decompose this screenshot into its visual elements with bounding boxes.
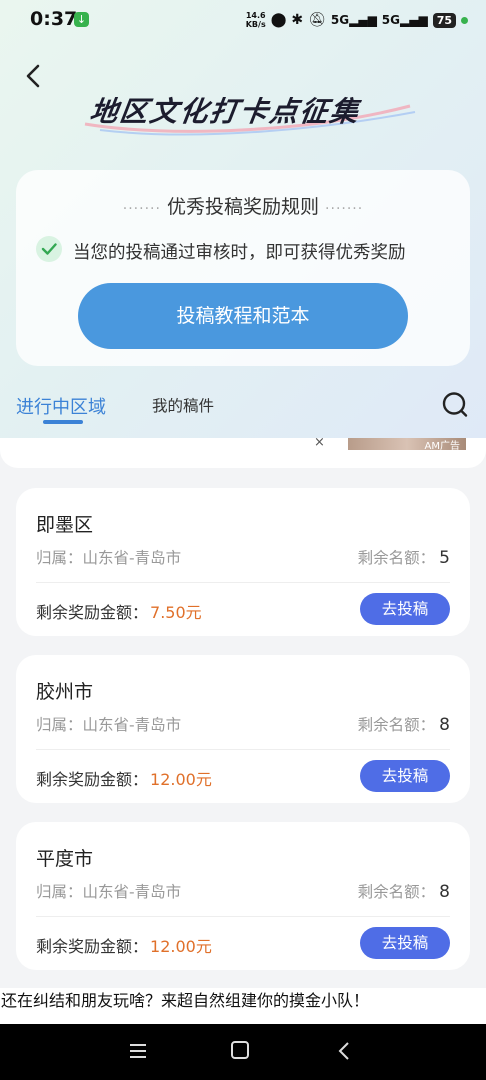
region-belong: 归属：山东省-青岛市 (36, 883, 182, 901)
rules-card: ······· 优秀投稿奖励规则 ······· 当您的投稿通过审核时，即可获得… (16, 170, 470, 366)
home-icon[interactable] (231, 1041, 249, 1059)
region-name: 平度市 (36, 848, 94, 870)
mute-icon: 🔕︎ (308, 12, 326, 28)
region-card[interactable]: 平度市 归属：山东省-青岛市 剩余名额： 8 剩余奖励金额： 12.00元 去投稿 (16, 822, 470, 970)
submit-button[interactable]: 去投稿 (360, 593, 450, 625)
search-button[interactable] (440, 390, 470, 420)
ad-banner: × AM广告 (0, 435, 486, 468)
chevron-left-icon (26, 64, 40, 88)
tutorial-button[interactable]: 投稿教程和范本 (78, 283, 408, 349)
rules-item: 当您的投稿通过审核时，即可获得优秀奖励 (73, 243, 406, 263)
divider-dots: ······· (122, 201, 161, 217)
divider (36, 916, 450, 917)
reward-remaining: 剩余奖励金额： 12.00元 (36, 770, 212, 789)
divider (36, 749, 450, 750)
promo-banner[interactable]: 还在纠结和朋友玩啥？来超自然组建你的摸金小队！ (0, 988, 486, 1024)
download-icon: ↓ (74, 12, 89, 27)
region-card[interactable]: 即墨区 归属：山东省-青岛市 剩余名额： 5 剩余奖励金额： 7.50元 去投稿 (16, 488, 470, 636)
battery-icon: 75 (432, 12, 456, 28)
quota-remaining: 剩余名额： 8 (357, 715, 450, 735)
status-dot-icon (461, 16, 468, 24)
status-icons: 14.6 KB/s ⬤ ✱ 🔕︎ 5G▂▄▆ 5G▂▄▆ 75 (246, 9, 468, 31)
submit-button[interactable]: 去投稿 (360, 927, 450, 959)
divider (36, 582, 450, 583)
back-button[interactable] (22, 62, 46, 90)
region-name: 胶州市 (36, 681, 94, 703)
system-nav-bar (0, 1024, 486, 1080)
reward-remaining: 剩余奖励金额： 7.50元 (36, 603, 202, 622)
net-speed: 14.6 KB/s (245, 11, 266, 29)
page-title: 地区文化打卡点征集 (87, 95, 363, 128)
nav-back-icon[interactable] (336, 1040, 352, 1062)
tab-active-regions[interactable]: 进行中区域 (16, 393, 106, 419)
tab-bar: 进行中区域 我的稿件 (0, 380, 486, 440)
region-name: 即墨区 (36, 514, 94, 536)
ad-image[interactable]: AM广告 (348, 438, 466, 452)
divider-dots: ······· (325, 201, 364, 217)
search-icon (442, 392, 468, 417)
bluetooth-icon: ✱ (291, 12, 304, 28)
location-icon: ⬤ (270, 12, 287, 28)
status-bar: 0:37 ↓ 14.6 KB/s ⬤ ✱ 🔕︎ 5G▂▄▆ 5G▂▄▆ 75 (0, 0, 486, 40)
tab-my-submissions[interactable]: 我的稿件 (152, 394, 214, 416)
region-belong: 归属：山东省-青岛市 (36, 716, 182, 734)
status-time: 0:37 (30, 8, 78, 30)
region-belong: 归属：山东省-青岛市 (36, 549, 182, 567)
region-card[interactable]: 胶州市 归属：山东省-青岛市 剩余名额： 8 剩余奖励金额： 12.00元 去投稿 (16, 655, 470, 803)
submit-button[interactable]: 去投稿 (360, 760, 450, 792)
rules-heading: ······· 优秀投稿奖励规则 ······· (122, 196, 364, 218)
quota-remaining: 剩余名额： 5 (357, 548, 450, 568)
signal-icon: 5G▂▄▆ (330, 13, 377, 27)
quota-remaining: 剩余名额： 8 (357, 882, 450, 902)
tab-indicator (43, 420, 83, 424)
check-icon (36, 236, 62, 262)
signal-icon: 5G▂▄▆ (381, 13, 428, 27)
ad-close-button[interactable]: × (314, 435, 325, 450)
menu-icon[interactable] (128, 1042, 148, 1060)
reward-remaining: 剩余奖励金额： 12.00元 (36, 937, 212, 956)
